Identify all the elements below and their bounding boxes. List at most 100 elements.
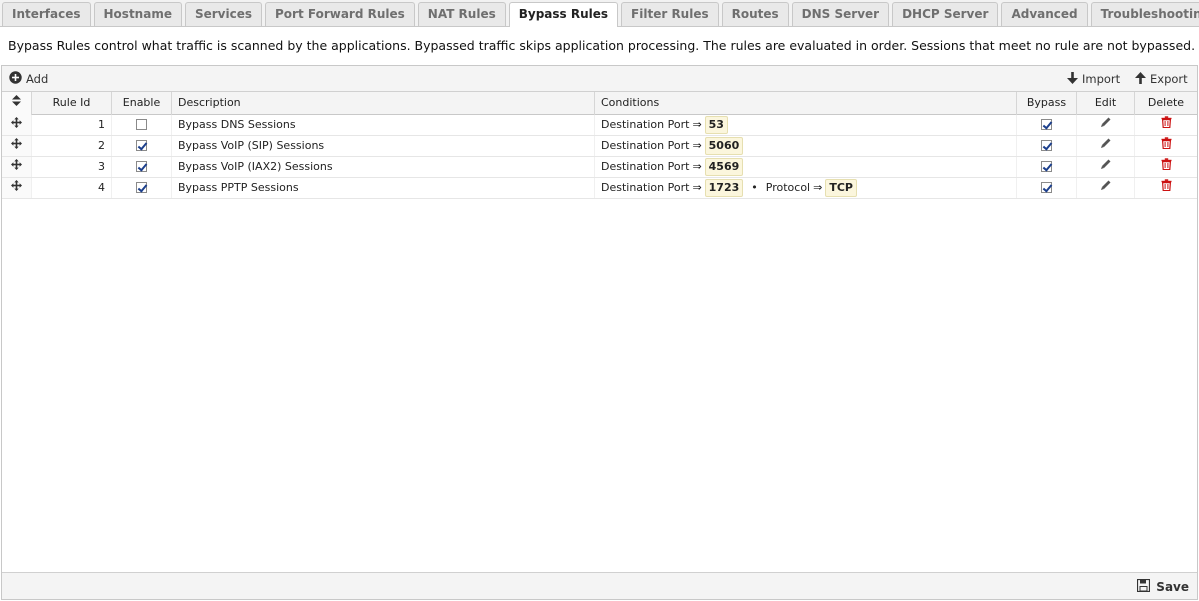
bypass-cell	[1017, 157, 1077, 177]
tabs: Interfaces Hostname Services Port Forwar…	[2, 2, 1199, 27]
tab-bypass-rules[interactable]: Bypass Rules	[508, 2, 619, 27]
edit-button[interactable]	[1077, 115, 1135, 135]
export-label: Export	[1150, 72, 1188, 86]
condition-value: TCP	[825, 179, 857, 197]
enable-cell	[112, 157, 172, 177]
table-row[interactable]: 2 Bypass VoIP (SIP) Sessions Destination P…	[2, 136, 1197, 157]
tab-dhcp-server[interactable]: DHCP Server	[892, 2, 999, 26]
sort-icon	[12, 92, 21, 114]
move-icon	[11, 178, 22, 198]
rule-conditions: Destination Port ⇒ 1723 • Protocol ⇒ TCP	[595, 178, 1017, 198]
edit-button[interactable]	[1077, 157, 1135, 177]
add-button[interactable]: Add	[9, 71, 48, 87]
table-row[interactable]: 3 Bypass VoIP (IAX2) Sessions Destination …	[2, 157, 1197, 178]
rule-description: Bypass DNS Sessions	[172, 115, 595, 135]
rule-id: 2	[32, 136, 112, 156]
condition-arrow: ⇒	[692, 160, 702, 173]
enable-cell	[112, 115, 172, 135]
rule-description: Bypass PPTP Sessions	[172, 178, 595, 198]
tab-services[interactable]: Services	[184, 2, 262, 26]
pencil-icon	[1100, 136, 1112, 156]
tab-interfaces[interactable]: Interfaces	[2, 2, 91, 26]
edit-button[interactable]	[1077, 178, 1135, 198]
condition-arrow: ⇒	[813, 181, 823, 194]
floppy-icon	[1137, 578, 1156, 595]
bypass-rules-grid: Add Import Export Rule Id Enable Descrip…	[1, 65, 1198, 600]
condition-name: Destination Port	[601, 181, 690, 194]
arrow-up-icon	[1135, 71, 1150, 87]
rule-id: 1	[32, 115, 112, 135]
column-header-rule-id[interactable]: Rule Id	[32, 92, 112, 115]
move-icon	[11, 115, 22, 135]
drag-handle[interactable]	[2, 157, 32, 177]
move-icon	[11, 136, 22, 156]
column-header-edit: Edit	[1077, 92, 1135, 115]
drag-handle[interactable]	[2, 115, 32, 135]
delete-button[interactable]	[1135, 157, 1197, 177]
rule-id: 4	[32, 178, 112, 198]
plus-circle-icon	[9, 71, 26, 87]
condition-arrow: ⇒	[692, 118, 702, 131]
condition-value: 53	[704, 116, 728, 134]
trash-icon	[1161, 115, 1172, 135]
import-button[interactable]: Import	[1067, 71, 1120, 87]
delete-button[interactable]	[1135, 178, 1197, 198]
bypass-checkbox[interactable]	[1041, 160, 1052, 172]
trash-icon	[1161, 157, 1172, 177]
delete-button[interactable]	[1135, 136, 1197, 156]
sort-column-header[interactable]	[2, 92, 32, 115]
condition-value: 5060	[704, 137, 744, 155]
grid-header: Rule Id Enable Description Conditions By…	[2, 92, 1197, 115]
condition-name: Protocol	[765, 181, 811, 194]
rule-conditions: Destination Port ⇒ 53	[595, 115, 1017, 135]
enable-checkbox[interactable]	[136, 139, 147, 151]
column-header-bypass[interactable]: Bypass	[1017, 92, 1077, 115]
pencil-icon	[1100, 157, 1112, 177]
bypass-cell	[1017, 178, 1077, 198]
enable-checkbox[interactable]	[136, 181, 147, 193]
table-row[interactable]: 4 Bypass PPTP Sessions Destination Port ⇒ 17…	[2, 178, 1197, 199]
delete-button[interactable]	[1135, 115, 1197, 135]
bypass-checkbox[interactable]	[1041, 181, 1052, 193]
trash-icon	[1161, 136, 1172, 156]
column-header-delete: Delete	[1147, 96, 1185, 109]
tab-dns-server[interactable]: DNS Server	[791, 2, 890, 26]
tab-nat-rules[interactable]: NAT Rules	[417, 2, 506, 26]
edit-button[interactable]	[1077, 136, 1135, 156]
condition-arrow: ⇒	[692, 181, 702, 194]
bypass-checkbox[interactable]	[1041, 139, 1052, 151]
page-description: Bypass Rules control what traffic is sca…	[0, 27, 1199, 65]
tab-filter-rules[interactable]: Filter Rules	[621, 2, 719, 26]
column-header-enable[interactable]: Enable	[112, 92, 172, 115]
condition-separator: •	[751, 181, 758, 194]
enable-cell	[112, 178, 172, 198]
tab-port-forward-rules[interactable]: Port Forward Rules	[265, 2, 415, 26]
condition-value: 4569	[704, 158, 744, 176]
import-label: Import	[1082, 72, 1121, 86]
column-header-description[interactable]: Description	[172, 92, 595, 115]
condition-name: Destination Port	[601, 160, 690, 173]
drag-handle[interactable]	[2, 178, 32, 198]
enable-checkbox[interactable]	[136, 160, 147, 172]
rule-id: 3	[32, 157, 112, 177]
tab-advanced[interactable]: Advanced	[1001, 2, 1088, 26]
rule-conditions: Destination Port ⇒ 5060	[595, 136, 1017, 156]
bypass-cell	[1017, 136, 1077, 156]
condition-name: Destination Port	[601, 139, 690, 152]
add-label: Add	[26, 72, 49, 86]
table-row[interactable]: 1 Bypass DNS Sessions Destination Port ⇒ 53	[2, 115, 1197, 136]
tab-troubleshooting[interactable]: Troubleshooting	[1090, 2, 1199, 26]
save-label: Save	[1156, 580, 1189, 594]
bypass-cell	[1017, 115, 1077, 135]
tab-hostname[interactable]: Hostname	[93, 2, 182, 26]
pencil-icon	[1100, 115, 1112, 135]
export-button[interactable]: Export	[1135, 71, 1188, 87]
bypass-checkbox[interactable]	[1041, 118, 1052, 130]
enable-checkbox[interactable]	[136, 118, 147, 130]
save-button[interactable]: Save	[1137, 578, 1189, 595]
tab-routes[interactable]: Routes	[721, 2, 789, 26]
column-header-conditions[interactable]: Conditions	[595, 92, 1017, 115]
trash-icon	[1161, 178, 1172, 198]
move-icon	[11, 157, 22, 177]
drag-handle[interactable]	[2, 136, 32, 156]
